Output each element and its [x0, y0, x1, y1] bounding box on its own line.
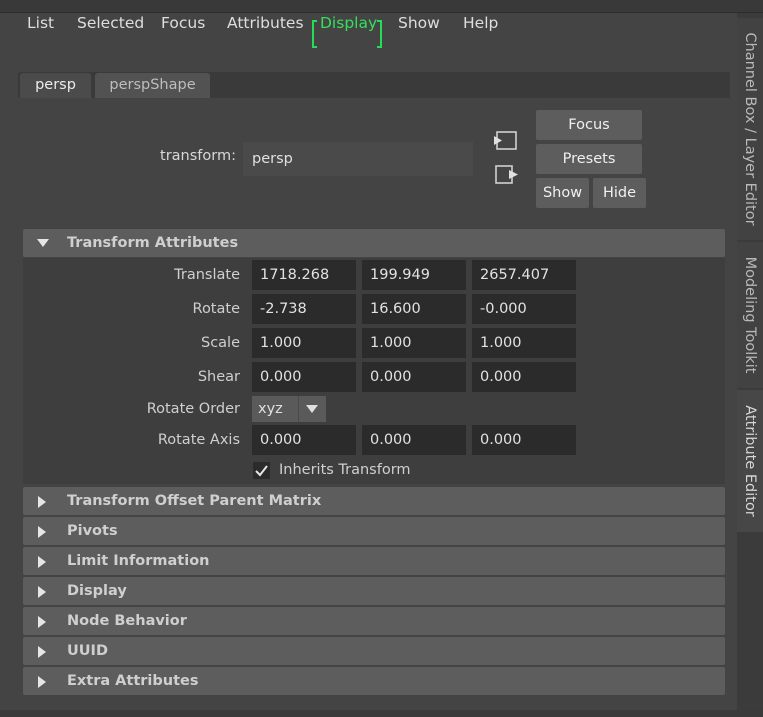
- rotate-label: Rotate: [192, 301, 240, 317]
- collapsed-arrow-icon: [38, 556, 46, 568]
- tab-persp-label: persp: [35, 77, 76, 93]
- scale-x-field[interactable]: 1.000: [252, 328, 356, 358]
- collapsed-arrow-icon: [38, 616, 46, 628]
- inherits-transform-label: Inherits Transform: [279, 462, 411, 478]
- section-title: Transform Attributes: [67, 235, 239, 251]
- section-node-behavior[interactable]: Node Behavior: [23, 607, 725, 635]
- rotate-axis-label: Rotate Axis: [157, 432, 240, 448]
- section-title: Pivots: [67, 523, 118, 539]
- section-limit-information[interactable]: Limit Information: [23, 547, 725, 575]
- shear-x-field[interactable]: 0.000: [252, 362, 356, 392]
- section-transform-offset-parent-matrix[interactable]: Transform Offset Parent Matrix: [23, 487, 725, 515]
- inherits-transform-checkbox[interactable]: [253, 462, 270, 479]
- menu-active-bracket-right: [377, 20, 382, 48]
- collapsed-arrow-icon: [38, 526, 46, 538]
- section-title: Node Behavior: [67, 613, 187, 629]
- tab-perspshape[interactable]: perspShape: [95, 73, 210, 98]
- focus-button[interactable]: Focus: [536, 110, 642, 140]
- rotate-order-label: Rotate Order: [146, 401, 240, 417]
- section-title: Limit Information: [67, 553, 210, 569]
- node-name-field[interactable]: persp: [243, 142, 473, 176]
- expanded-arrow-icon: [37, 239, 49, 247]
- translate-x-field[interactable]: 1718.268: [252, 260, 356, 290]
- section-title: Display: [67, 583, 127, 599]
- hide-button[interactable]: Hide: [593, 178, 646, 208]
- load-node-icon[interactable]: [493, 129, 519, 153]
- section-title: UUID: [67, 643, 108, 659]
- collapsed-arrow-icon: [38, 586, 46, 598]
- side-tab-label: Channel Box / Layer Editor: [742, 32, 758, 226]
- collapsed-arrow-icon: [38, 646, 46, 658]
- chevron-down-icon[interactable]: [305, 404, 319, 414]
- side-tab-label: Attribute Editor: [742, 405, 758, 517]
- rotate-axis-y-field[interactable]: 0.000: [362, 425, 466, 455]
- window-bottom-strip: [0, 710, 763, 717]
- menu-attributes[interactable]: Attributes: [227, 10, 304, 36]
- presets-button[interactable]: Presets: [536, 144, 642, 174]
- menu-list[interactable]: List: [27, 10, 54, 36]
- scale-z-field[interactable]: 1.000: [472, 328, 576, 358]
- side-tab-channel-box[interactable]: Channel Box / Layer Editor: [737, 18, 763, 240]
- scale-y-field[interactable]: 1.000: [362, 328, 466, 358]
- section-display[interactable]: Display: [23, 577, 725, 605]
- menu-selected[interactable]: Selected: [77, 10, 144, 36]
- rotate-x-field[interactable]: -2.738: [252, 294, 356, 324]
- side-tab-modeling-toolkit[interactable]: Modeling Toolkit: [737, 242, 763, 388]
- dropdown-divider: [298, 396, 299, 422]
- section-uuid[interactable]: UUID: [23, 637, 725, 665]
- tab-perspshape-label: perspShape: [109, 77, 196, 93]
- rotate-y-field[interactable]: 16.600: [362, 294, 466, 324]
- menu-active-bracket-left: [312, 20, 317, 48]
- section-pivots[interactable]: Pivots: [23, 517, 725, 545]
- shear-y-field[interactable]: 0.000: [362, 362, 466, 392]
- translate-label: Translate: [174, 267, 240, 283]
- tab-persp[interactable]: persp: [20, 73, 91, 98]
- scale-label: Scale: [200, 335, 240, 351]
- checkmark-icon: [255, 465, 268, 477]
- section-transform-attributes[interactable]: Transform Attributes: [23, 229, 725, 257]
- section-title: Extra Attributes: [67, 673, 199, 689]
- translate-y-field[interactable]: 199.949: [362, 260, 466, 290]
- show-button[interactable]: Show: [536, 178, 589, 208]
- menu-display[interactable]: Display: [320, 10, 377, 36]
- side-tab-label: Modeling Toolkit: [742, 256, 758, 374]
- menu-focus[interactable]: Focus: [161, 10, 205, 36]
- side-tab-attribute-editor[interactable]: Attribute Editor: [737, 390, 763, 532]
- node-type-label: transform:: [160, 148, 236, 164]
- shear-label: Shear: [197, 369, 240, 385]
- rotate-axis-z-field[interactable]: 0.000: [472, 425, 576, 455]
- rotate-order-value: xyz: [258, 401, 283, 417]
- section-title: Transform Offset Parent Matrix: [67, 493, 322, 509]
- menu-show[interactable]: Show: [398, 10, 440, 36]
- rotate-z-field[interactable]: -0.000: [472, 294, 576, 324]
- collapsed-arrow-icon: [38, 676, 46, 688]
- section-extra-attributes[interactable]: Extra Attributes: [23, 667, 725, 695]
- collapsed-arrow-icon: [38, 496, 46, 508]
- rotate-axis-x-field[interactable]: 0.000: [252, 425, 356, 455]
- menu-help[interactable]: Help: [463, 10, 498, 36]
- translate-z-field[interactable]: 2657.407: [472, 260, 576, 290]
- select-node-icon[interactable]: [493, 163, 519, 187]
- shear-z-field[interactable]: 0.000: [472, 362, 576, 392]
